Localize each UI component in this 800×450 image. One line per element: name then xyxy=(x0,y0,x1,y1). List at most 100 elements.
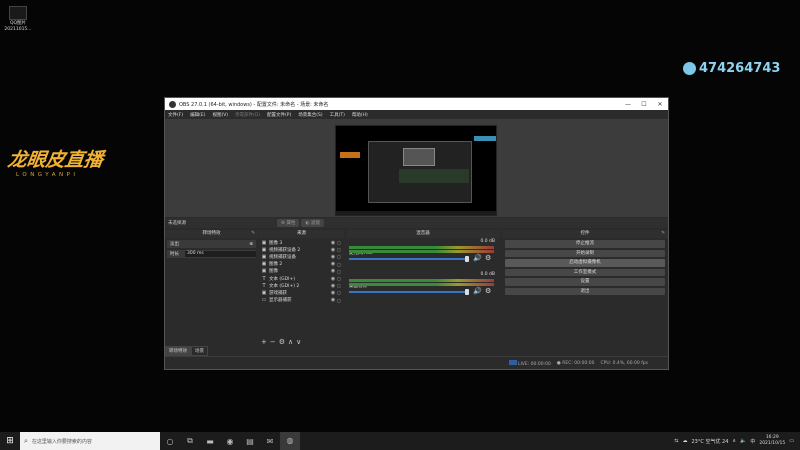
store-icon[interactable]: ▤ xyxy=(240,437,260,446)
lock-icon[interactable]: ▢ xyxy=(336,276,342,281)
lock-icon[interactable]: ▢ xyxy=(336,283,342,288)
volume-slider[interactable] xyxy=(349,291,467,293)
speaker-icon[interactable]: 🔊 xyxy=(473,254,482,262)
source-settings-icon[interactable]: ⚙ xyxy=(279,338,285,346)
tab-scenes[interactable]: 场景 xyxy=(191,346,208,356)
lock-icon[interactable]: ▢ xyxy=(336,240,342,245)
mixer-channel-desktop: 桌面音频 0.0 dB 🔊 ⚙ xyxy=(349,272,497,304)
maximize-button[interactable]: ☐ xyxy=(636,101,652,108)
preview-nested-canvas xyxy=(403,148,435,166)
gear-icon[interactable]: ⚙ xyxy=(485,287,491,295)
cortana-icon[interactable]: ○ xyxy=(160,437,180,446)
sources-dock: 来源 ▣ 图像 3 ◉ ▢ ▣ 视频捕获设备 2 ◉ ▢ ▣ 视频捕获设备 ◉ ▢ ▣ 图像 2 ◉ ▢ ▣ 图像… xyxy=(259,230,344,350)
obs-taskbar-icon[interactable]: ◍ xyxy=(280,432,300,450)
channel-db: 0.0 dB xyxy=(480,272,495,277)
lock-icon[interactable]: ▢ xyxy=(336,247,342,252)
qq-number: 474264743 xyxy=(699,61,781,76)
controls-dock-title: 控件 ✎ xyxy=(502,230,668,238)
lock-icon[interactable]: ▢ xyxy=(336,269,342,274)
source-item[interactable]: T 文本 (GDI+) 2 ◉ ▢ xyxy=(261,282,342,289)
source-name: 游戏捕获 xyxy=(269,290,287,296)
preview-canvas[interactable] xyxy=(335,125,497,216)
source-type-icon: ▣ xyxy=(261,239,267,246)
notification-icon[interactable]: ▭ xyxy=(789,438,794,444)
weather-text[interactable]: 23°C 空气优 24 xyxy=(692,438,729,445)
duration-input[interactable]: 300 ms xyxy=(185,251,256,257)
live-indicator-icon xyxy=(508,359,517,365)
dock-close-icon[interactable]: ✎ xyxy=(661,230,665,238)
volume-slider-handle[interactable] xyxy=(465,256,469,262)
source-item[interactable]: ▣ 图像 2 ◉ ▢ xyxy=(261,261,342,268)
source-item[interactable]: T 文本 (GDI+) ◉ ▢ xyxy=(261,275,342,282)
menu-profile[interactable]: 配置文件(P) xyxy=(267,112,291,118)
start-virtual-camera-button[interactable]: 启动虚拟摄像机 xyxy=(505,259,665,267)
edge-browser-icon[interactable]: ◉ xyxy=(220,437,240,446)
studio-mode-button[interactable]: 工作室模式 xyxy=(505,268,665,276)
start-recording-button[interactable]: 开始录制 xyxy=(505,249,665,257)
weather-icon[interactable]: ☁ xyxy=(683,438,688,444)
menu-file[interactable]: 文件(F) xyxy=(168,112,183,118)
add-transition-icon[interactable]: ⊕ xyxy=(249,242,256,247)
source-item[interactable]: ▣ 图像 ◉ ▢ xyxy=(261,268,342,275)
file-explorer-icon[interactable]: ▬ xyxy=(200,437,220,446)
windows-start-icon[interactable]: ⊞ xyxy=(0,436,20,446)
desktop-file-icon[interactable]: QQ图片 20211015... xyxy=(4,6,32,33)
clock[interactable]: 16:29 2021/10/15 xyxy=(759,435,785,447)
source-toolbar: 未选择源 ⚙ 属性 ◐ 滤镜 xyxy=(165,218,668,228)
mixer-dock-title: 混音器 xyxy=(346,230,500,238)
move-down-icon[interactable]: ∨ xyxy=(296,338,301,346)
taskbar-search[interactable]: ⌕ 在这里输入你要搜索的内容 xyxy=(20,432,160,450)
brand-logo-text: 龙眼皮直播 xyxy=(6,149,105,171)
menu-docks[interactable]: 停靠部件(D) xyxy=(235,112,260,118)
menu-view[interactable]: 视图(V) xyxy=(212,112,228,118)
lock-icon[interactable]: ▢ xyxy=(336,298,342,303)
stop-streaming-button[interactable]: 停止推流 xyxy=(505,240,665,248)
source-type-icon: ▣ xyxy=(261,268,267,275)
brand-logo-subtext: LONGYANPI xyxy=(16,172,79,178)
tab-transitions[interactable]: 转场特效 xyxy=(165,346,191,356)
minimize-button[interactable]: — xyxy=(620,101,636,108)
source-item[interactable]: ▣ 视频捕获设备 ◉ ▢ xyxy=(261,253,342,260)
gear-icon[interactable]: ⚙ xyxy=(485,254,491,262)
settings-button[interactable]: 设置 xyxy=(505,278,665,286)
menu-help[interactable]: 帮助(H) xyxy=(352,112,368,118)
remove-source-icon[interactable]: − xyxy=(270,338,276,346)
lock-icon[interactable]: ▢ xyxy=(336,290,342,295)
lock-icon[interactable]: ▢ xyxy=(336,262,342,267)
source-item[interactable]: ▣ 视频捕获设备 2 ◉ ▢ xyxy=(261,246,342,253)
mail-icon[interactable]: ✉ xyxy=(260,437,280,446)
exit-button[interactable]: 退出 xyxy=(505,287,665,295)
menu-edit[interactable]: 编辑(E) xyxy=(190,112,205,118)
add-source-icon[interactable]: + xyxy=(261,338,267,346)
dock-tabs: 转场特效 场景 xyxy=(165,346,208,356)
rec-time: REC: 00:00:00 xyxy=(562,360,595,366)
network-tray-icon[interactable]: ⇆ xyxy=(674,438,678,444)
chevron-up-icon[interactable]: ∧ xyxy=(732,438,736,444)
task-view-icon[interactable]: ⧉ xyxy=(180,436,200,446)
menu-scene-collection[interactable]: 场景集合(S) xyxy=(298,112,322,118)
ime-icon[interactable]: 中 xyxy=(750,438,755,445)
lock-icon[interactable]: ▢ xyxy=(336,254,342,259)
channel-db: 0.0 dB xyxy=(480,239,495,244)
preview-area xyxy=(165,119,668,217)
transition-duration-row: 时长 300 ms xyxy=(167,250,256,258)
properties-button[interactable]: ⚙ 属性 xyxy=(277,219,300,227)
source-item[interactable]: ▣ 图像 3 ◉ ▢ xyxy=(261,239,342,246)
dock-close-icon[interactable]: ✎ xyxy=(251,230,255,238)
volume-slider[interactable] xyxy=(349,258,467,260)
transition-type-select[interactable]: 淡出 ⊕ xyxy=(167,240,256,248)
speaker-icon[interactable]: 🔊 xyxy=(473,287,482,295)
source-item[interactable]: ▭ 显示器捕获 ◉ ▢ xyxy=(261,297,342,304)
live-status: LIVE: 00:00:00 xyxy=(508,359,551,367)
duration-label: 时长 xyxy=(170,252,179,257)
source-name: 图像 xyxy=(269,269,278,275)
filters-button[interactable]: ◐ 滤镜 xyxy=(301,219,324,227)
volume-tray-icon[interactable]: 🔈 xyxy=(740,438,746,444)
menu-tools[interactable]: 工具(T) xyxy=(330,112,345,118)
volume-slider-handle[interactable] xyxy=(465,289,469,295)
close-button[interactable]: ✕ xyxy=(652,101,668,108)
transitions-dock-title-text: 转场特效 xyxy=(202,231,221,236)
source-item[interactable]: ▣ 游戏捕获 ◉ ▢ xyxy=(261,289,342,296)
source-name: 图像 3 xyxy=(269,240,283,246)
move-up-icon[interactable]: ∧ xyxy=(288,338,293,346)
